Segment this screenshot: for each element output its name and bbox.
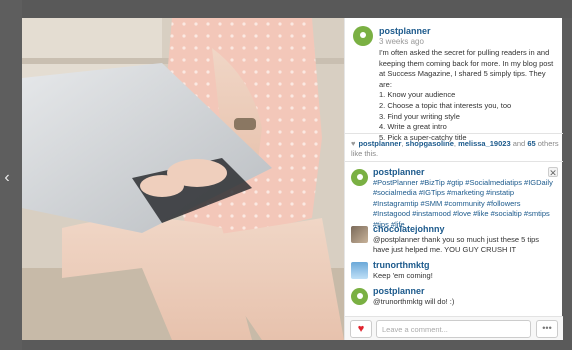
heart-icon: ♥ [351, 139, 356, 148]
comment-body: postplanner @trunorthmktg will do! :) [373, 286, 555, 307]
comment-username[interactable]: chocolatejohnny [373, 224, 555, 235]
divider [345, 161, 563, 162]
comment-footer: ♥ ••• [345, 316, 563, 340]
post-details-panel: postplanner 3 weeks ago I'm often asked … [344, 18, 563, 340]
previous-arrow-icon[interactable]: ‹ [0, 168, 14, 188]
comment-text: Keep 'em coming! [373, 270, 433, 280]
heart-icon: ♥ [357, 323, 365, 335]
comment-body: trunorthmktg Keep 'em coming! [373, 260, 555, 281]
like-user-link[interactable]: postplanner [358, 139, 401, 148]
caption-line: 3. Find your writing style [379, 111, 460, 121]
likes-summary: ♥ postplanner, shopgasoline, melissa_1902… [351, 139, 559, 158]
comment-text: @postplanner thank you so much just thes… [373, 234, 540, 255]
divider [345, 133, 563, 134]
caption-line: 1. Know your audience [379, 90, 456, 100]
photo-illustration [22, 18, 344, 340]
post-photo [22, 18, 344, 340]
trunorthmktg-avatar[interactable] [351, 262, 368, 279]
caption-text: I'm often asked the secret for pulling r… [379, 48, 559, 143]
more-options-button[interactable]: ••• [536, 320, 558, 338]
caption-line: I'm often asked the secret for pulling r… [379, 48, 554, 89]
likes-count[interactable]: 65 [527, 139, 535, 148]
comment-text: #PostPlanner #BizTip #gtip #Socialmediat… [373, 177, 553, 229]
comment-body: chocolatejohnny @postplanner thank you s… [373, 224, 555, 256]
comment-item: trunorthmktg Keep 'em coming! [351, 260, 557, 284]
postplanner-avatar-icon[interactable] [351, 288, 368, 305]
comment-input[interactable] [376, 320, 531, 338]
comment-text: @trunorthmktg will do! :) [373, 296, 455, 306]
postplanner-avatar-icon[interactable] [353, 26, 373, 46]
chocolatejohnny-avatar[interactable] [351, 226, 368, 243]
caption-time: 3 weeks ago [379, 37, 424, 46]
caption-username[interactable]: postplanner [379, 26, 559, 36]
comment-item: postplanner #PostPlanner #BizTip #gtip #… [351, 167, 557, 229]
comment-username[interactable]: trunorthmktg [373, 260, 555, 271]
postplanner-avatar-icon[interactable] [351, 169, 368, 186]
like-user-link[interactable]: melissa_19023 [458, 139, 511, 148]
comment-item: postplanner @trunorthmktg will do! :) [351, 286, 557, 310]
comment-username[interactable]: postplanner [373, 167, 555, 178]
right-overlay [562, 18, 572, 340]
comment-item: chocolatejohnny @postplanner thank you s… [351, 224, 557, 258]
like-user-link[interactable]: shopgasoline [406, 139, 454, 148]
likes-and-text: and [512, 139, 526, 148]
caption-block: postplanner 3 weeks ago I'm often asked … [379, 26, 559, 143]
caption-line: 2. Choose a topic that interests you, to… [379, 100, 512, 110]
caption-line: 4. Write a great intro [379, 122, 447, 132]
bottom-overlay [22, 340, 572, 350]
comment-body: postplanner #PostPlanner #BizTip #gtip #… [373, 167, 555, 230]
comment-username[interactable]: postplanner [373, 286, 555, 297]
like-button[interactable]: ♥ [350, 320, 372, 338]
